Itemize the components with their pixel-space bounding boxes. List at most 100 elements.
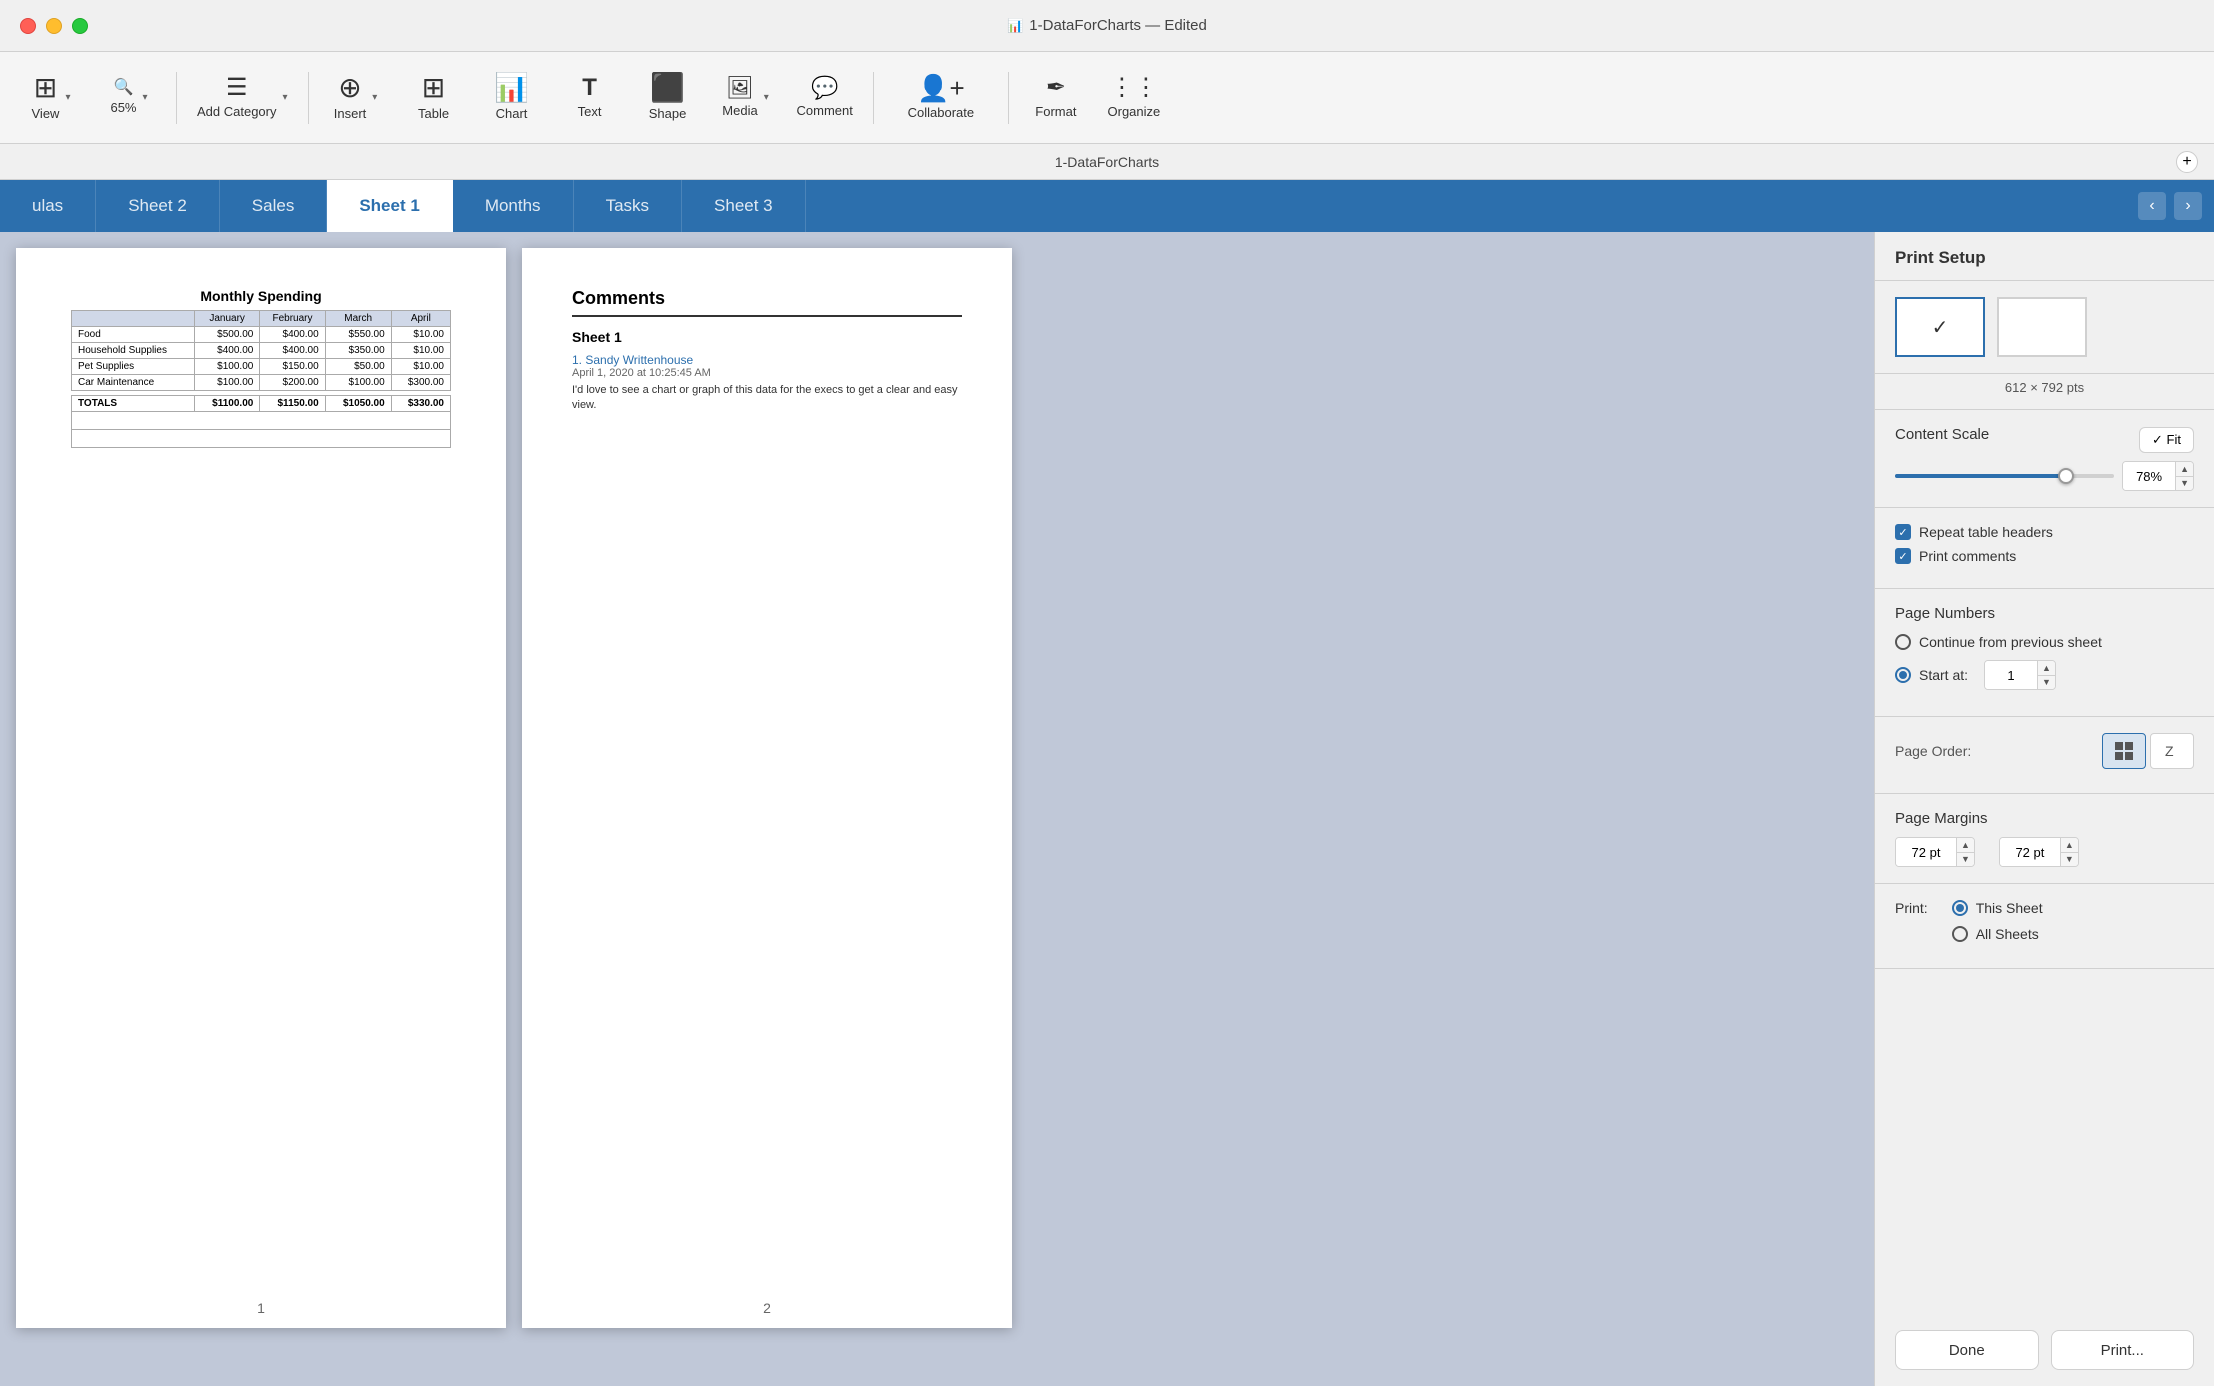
table-group[interactable]: ⊞ Table xyxy=(399,62,469,134)
fit-button[interactable]: ✓ Fit xyxy=(2139,427,2194,453)
page-order-section: Page Order: Z xyxy=(1875,717,2214,794)
tab-months[interactable]: Months xyxy=(453,180,574,232)
collaborate-group[interactable]: 👤+ Collaborate xyxy=(886,62,996,134)
minimize-button[interactable] xyxy=(46,18,62,34)
close-button[interactable] xyxy=(20,18,36,34)
scale-slider-container: ▲ ▼ xyxy=(1895,461,2194,491)
continue-label: Continue from previous sheet xyxy=(1919,634,2102,650)
organize-icon: ⋮⋮ xyxy=(1110,76,1158,100)
row-feb-car: $200.00 xyxy=(260,375,325,391)
tab-bar: ulas Sheet 2 Sales Sheet 1 Months Tasks … xyxy=(0,180,2214,232)
continue-radio[interactable] xyxy=(1895,634,1911,650)
bottom-margin-down[interactable]: ▼ xyxy=(2061,853,2078,867)
page-order-row: Page Order: Z xyxy=(1895,733,2194,769)
print-options-container: Print: This Sheet All Sheets xyxy=(1895,900,2194,952)
view-toolbar-group[interactable]: ⊞ View ▾ xyxy=(16,62,86,134)
page-thumbnails: ✓ xyxy=(1875,281,2214,374)
toolbar: ⊞ View ▾ 🔍 65% ▾ ☰ Add Category ▾ ⊕ Inse… xyxy=(0,52,2214,144)
done-button[interactable]: Done xyxy=(1895,1330,2039,1370)
insert-group[interactable]: ⊕ Insert ▾ xyxy=(321,62,391,134)
zoom-icon: 🔍 xyxy=(114,80,134,96)
repeat-headers-label: Repeat table headers xyxy=(1919,524,2053,540)
tab-sheet2[interactable]: Sheet 2 xyxy=(96,180,220,232)
media-group[interactable]: 🖼 Media ▾ xyxy=(711,62,781,134)
spreadsheet-area: Monthly Spending January February March … xyxy=(0,232,1874,1386)
table-row: Household Supplies $400.00 $400.00 $350.… xyxy=(72,343,451,359)
comment-label: Comment xyxy=(797,103,853,118)
bottom-margin-input[interactable] xyxy=(2000,838,2060,866)
format-group[interactable]: ✒ Format xyxy=(1021,62,1091,134)
print-comments-label: Print comments xyxy=(1919,548,2016,564)
add-category-group[interactable]: ☰ Add Category ▾ xyxy=(189,62,296,134)
comment-text: I'd love to see a chart or graph of this… xyxy=(572,383,962,414)
page-thumb-unselected[interactable] xyxy=(1997,297,2087,357)
bottom-margin-group: ▲ ▼ xyxy=(1999,837,2079,867)
document-icon: 📊 xyxy=(1007,18,1023,34)
row-jan-food: $500.00 xyxy=(194,327,259,343)
start-at-up-arrow[interactable]: ▲ xyxy=(2038,661,2055,676)
start-at-input-group: ▲ ▼ xyxy=(1984,660,2056,690)
comment-date: April 1, 2020 at 10:25:45 AM xyxy=(572,367,962,379)
top-margin-up[interactable]: ▲ xyxy=(1957,838,1974,853)
start-at-input[interactable] xyxy=(1985,661,2037,689)
text-group[interactable]: T Text xyxy=(555,62,625,134)
scale-slider-thumb[interactable] xyxy=(2058,468,2074,484)
shape-icon: ⬛ xyxy=(650,74,685,102)
scale-down-arrow[interactable]: ▼ xyxy=(2176,477,2193,491)
comment-group[interactable]: 💬 Comment xyxy=(789,62,861,134)
this-sheet-row: This Sheet xyxy=(1952,900,2043,916)
scale-slider-track[interactable] xyxy=(1895,474,2114,478)
chart-group[interactable]: 📊 Chart xyxy=(477,62,547,134)
repeat-headers-checkbox[interactable]: ✓ xyxy=(1895,524,1911,540)
media-chevron: ▾ xyxy=(764,92,769,103)
bottom-margin-up[interactable]: ▲ xyxy=(2061,838,2078,853)
maximize-button[interactable] xyxy=(72,18,88,34)
print-button[interactable]: Print... xyxy=(2051,1330,2195,1370)
insert-label: Insert xyxy=(334,106,367,121)
th-january: January xyxy=(194,311,259,327)
tab-sales[interactable]: Sales xyxy=(220,180,328,232)
divider-2 xyxy=(308,72,309,124)
shape-group[interactable]: ⬛ Shape xyxy=(633,62,703,134)
top-margin-arrows: ▲ ▼ xyxy=(1956,838,1974,866)
top-margin-down[interactable]: ▼ xyxy=(1957,853,1974,867)
row-feb-food: $400.00 xyxy=(260,327,325,343)
tab-sheet1[interactable]: Sheet 1 xyxy=(327,180,452,232)
top-margin-input[interactable] xyxy=(1896,838,1956,866)
margins-inputs: ▲ ▼ ▲ ▼ xyxy=(1895,837,2194,867)
tab-ulas[interactable]: ulas xyxy=(0,180,96,232)
start-at-radio[interactable] xyxy=(1895,667,1911,683)
tab-next-button[interactable]: › xyxy=(2174,192,2202,220)
scale-input[interactable] xyxy=(2123,462,2175,490)
row-jan-pet: $100.00 xyxy=(194,359,259,375)
scale-up-arrow[interactable]: ▲ xyxy=(2176,462,2193,477)
collaborate-icon: 👤+ xyxy=(917,75,965,101)
page-thumb-selected[interactable]: ✓ xyxy=(1895,297,1985,357)
tab-tasks[interactable]: Tasks xyxy=(574,180,682,232)
row-category-food: Food xyxy=(72,327,195,343)
tab-navigation: ‹ › xyxy=(2126,180,2214,232)
tab-prev-button[interactable]: ‹ xyxy=(2138,192,2166,220)
collaborate-label: Collaborate xyxy=(908,105,975,120)
table-label: Table xyxy=(418,106,449,121)
comment-sheet-label: Sheet 1 xyxy=(572,329,962,345)
tab-sheet3[interactable]: Sheet 3 xyxy=(682,180,806,232)
totals-jan: $1100.00 xyxy=(194,396,259,412)
start-at-row: Start at: ▲ ▼ xyxy=(1895,660,2194,690)
th-april: April xyxy=(391,311,450,327)
repeat-headers-row: ✓ Repeat table headers xyxy=(1895,524,2194,540)
zoom-toolbar-group[interactable]: 🔍 65% ▾ xyxy=(94,62,164,134)
start-at-down-arrow[interactable]: ▼ xyxy=(2038,676,2055,690)
organize-group[interactable]: ⋮⋮ Organize xyxy=(1099,62,1169,134)
this-sheet-radio[interactable] xyxy=(1952,900,1968,916)
view-chevron: ▾ xyxy=(65,92,70,103)
page-order-buttons: Z xyxy=(2102,733,2194,769)
page-size-text: 612 × 792 pts xyxy=(1875,374,2214,410)
add-sheet-button[interactable]: + xyxy=(2176,151,2198,173)
order-btn-grid[interactable] xyxy=(2102,733,2146,769)
row-mar-household: $350.00 xyxy=(325,343,391,359)
window-title: 📊 1-DataForCharts — Edited xyxy=(1007,17,1207,34)
print-comments-checkbox[interactable]: ✓ xyxy=(1895,548,1911,564)
order-btn-zigzag[interactable]: Z xyxy=(2150,733,2194,769)
all-sheets-radio[interactable] xyxy=(1952,926,1968,942)
